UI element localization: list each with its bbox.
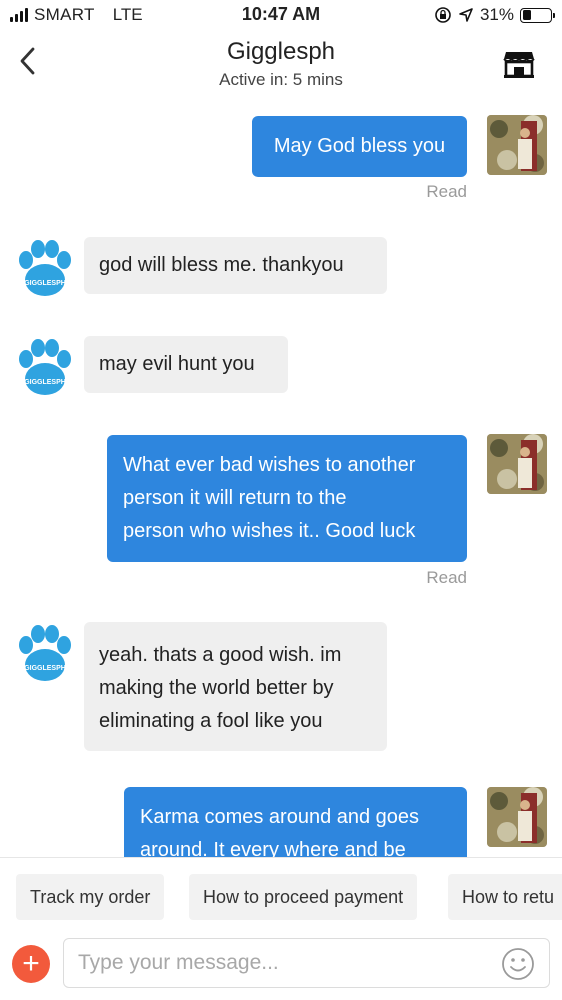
message-text: May God bless you bbox=[273, 135, 446, 157]
read-receipt: Read bbox=[426, 568, 467, 587]
shop-avatar: GIGGLESPH bbox=[19, 625, 71, 681]
message-input-box bbox=[63, 938, 550, 988]
shop-avatar: GIGGLESPH bbox=[19, 339, 71, 395]
message-line: Karma comes around and goes bbox=[140, 806, 420, 828]
message-line: What ever bad wishes to another bbox=[123, 454, 416, 476]
chat-header: Gigglesph Active in: 5 mins bbox=[0, 30, 562, 100]
message-line: yeah. thats a good wish. im bbox=[99, 644, 342, 666]
battery-icon bbox=[520, 7, 555, 23]
orientation-lock-icon bbox=[435, 7, 451, 23]
incoming-message[interactable]: may evil hunt you bbox=[84, 336, 288, 393]
message-input[interactable] bbox=[64, 939, 484, 987]
page-title: Gigglesph bbox=[226, 38, 336, 65]
message-line: eliminating a fool like you bbox=[99, 710, 323, 732]
message-text: may evil hunt you bbox=[99, 353, 255, 375]
message-text: god will bless me. thankyou bbox=[99, 254, 344, 276]
user-avatar bbox=[487, 787, 547, 847]
user-avatar bbox=[487, 115, 547, 175]
message-line: person who wishes it.. Good luck bbox=[123, 520, 416, 542]
location-icon bbox=[459, 8, 473, 22]
incoming-message[interactable]: yeah. thats a good wish. im making the w… bbox=[84, 622, 387, 751]
svg-text:GIGGLESPH: GIGGLESPH bbox=[24, 665, 66, 672]
incoming-message[interactable]: god will bless me. thankyou bbox=[84, 237, 387, 294]
shop-avatar: GIGGLESPH bbox=[19, 240, 71, 296]
outgoing-message[interactable]: What ever bad wishes to another person i… bbox=[107, 435, 467, 562]
svg-text:GIGGLESPH: GIGGLESPH bbox=[24, 379, 66, 386]
message-line: around. It every where and be bbox=[140, 839, 406, 857]
outgoing-message[interactable]: May God bless you bbox=[252, 116, 467, 177]
store-icon[interactable] bbox=[502, 46, 536, 80]
message-line: making the world better by bbox=[99, 677, 334, 699]
composer: + bbox=[0, 937, 562, 1000]
battery-percent: 31% bbox=[479, 5, 514, 24]
read-receipt: Read bbox=[426, 182, 467, 201]
add-attachment-button[interactable]: + bbox=[12, 945, 50, 983]
outgoing-message[interactable]: Karma comes around and goes around. It e… bbox=[124, 787, 467, 857]
quick-replies: Track my order How to proceed payment Ho… bbox=[0, 857, 562, 937]
user-avatar bbox=[487, 434, 547, 494]
status-bar: SMART LTE 10:47 AM 31% bbox=[0, 0, 562, 30]
quick-reply-track-order[interactable]: Track my order bbox=[16, 874, 165, 920]
message-list[interactable]: May God bless you Read GIGGLESPH god wil… bbox=[0, 100, 562, 857]
emoji-icon[interactable] bbox=[501, 947, 535, 981]
message-line: person it will return to the bbox=[123, 487, 347, 509]
active-status: Active in: 5 mins bbox=[219, 70, 343, 89]
quick-reply-return[interactable]: How to retu bbox=[448, 874, 562, 920]
quick-reply-payment[interactable]: How to proceed payment bbox=[189, 874, 418, 920]
svg-text:GIGGLESPH: GIGGLESPH bbox=[24, 280, 66, 287]
